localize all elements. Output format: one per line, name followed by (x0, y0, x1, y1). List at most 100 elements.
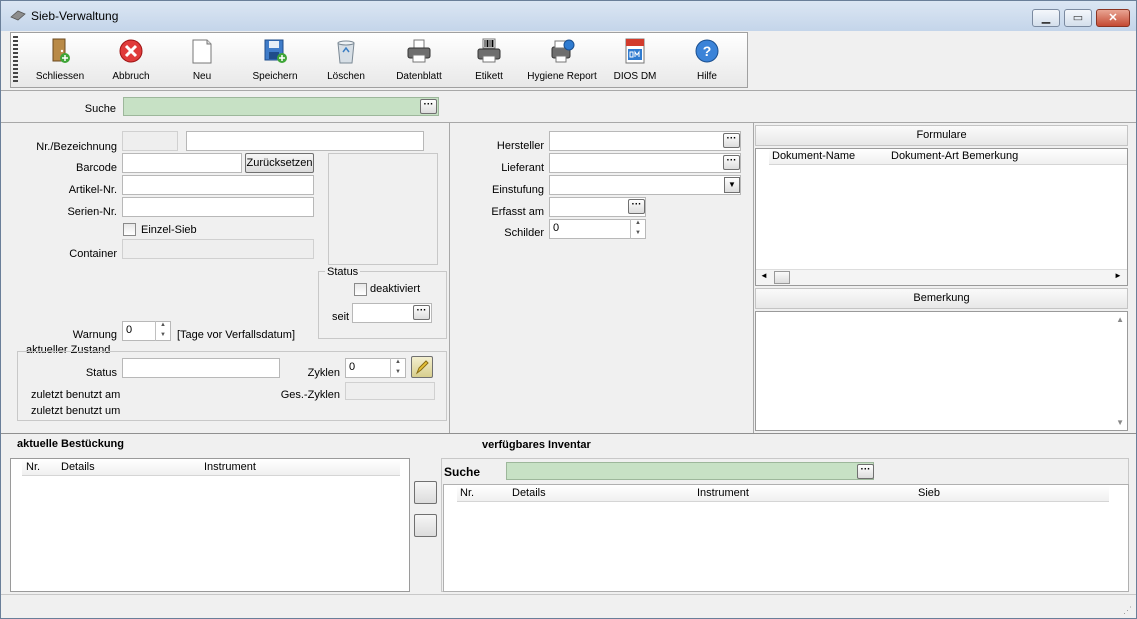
seit-label: seit (332, 311, 350, 323)
minimize-button[interactable]: ▁ (1032, 9, 1060, 27)
bestueckung-header: Nr. Details Instrument (22, 460, 400, 476)
scroll-up-icon[interactable]: ▲ (1116, 315, 1124, 324)
bestueckung-list[interactable]: Nr. Details Instrument (10, 458, 410, 592)
zuletzt-um-label: zuletzt benutzt um (31, 405, 121, 417)
title-bar: Sieb-Verwaltung ▁ ▭ ✕ (1, 1, 1136, 31)
column-header[interactable]: Nr. (460, 487, 474, 499)
maximize-button[interactable]: ▭ (1064, 9, 1092, 27)
inventar-header: Nr. Details Instrument Sieb (457, 486, 1109, 502)
stepper-up-icon[interactable]: ▲ (156, 321, 170, 330)
column-header[interactable]: Dokument-Art (891, 150, 959, 162)
container-label: Container (69, 248, 117, 260)
new-document-icon (192, 39, 212, 64)
neu-button[interactable]: Neu (176, 37, 228, 85)
column-header[interactable]: Details (512, 487, 546, 499)
bezeichnung-field[interactable] (186, 131, 424, 151)
column-header[interactable]: Details (61, 461, 95, 473)
ges-zyklen-label: Ges.-Zyklen (280, 389, 340, 401)
close-window-button[interactable]: ✕ (1096, 9, 1130, 27)
scroll-right-icon[interactable]: ► (1114, 271, 1122, 280)
etikett-button[interactable]: Etikett (463, 37, 515, 85)
window-title: Sieb-Verwaltung (31, 9, 119, 23)
toolbar-grip[interactable] (13, 36, 18, 84)
warnung-stepper[interactable]: ▲ ▼ (155, 321, 170, 341)
column-header[interactable]: Dokument-Name (772, 150, 855, 162)
lieferant-lookup-button[interactable]: ··· (723, 155, 740, 170)
stepper-up-icon[interactable]: ▲ (391, 358, 405, 367)
hygiene-report-button[interactable]: Hygiene Report (526, 37, 598, 85)
reset-button[interactable]: Zurücksetzen (245, 153, 314, 173)
stepper-up-icon[interactable]: ▲ (631, 219, 645, 228)
erfasst-label: Erfasst am (491, 206, 544, 218)
lieferant-label: Lieferant (501, 162, 544, 174)
status-bar: ⋰ (1, 594, 1136, 618)
stepper-down-icon[interactable]: ▼ (156, 331, 170, 340)
inventar-search-lookup-button[interactable]: ··· (857, 464, 874, 479)
help-icon: ? (695, 39, 719, 63)
stepper-down-icon[interactable]: ▼ (391, 368, 405, 377)
search-input[interactable] (123, 97, 439, 116)
zuletzt-am-label: zuletzt benutzt am (31, 389, 121, 401)
serien-field[interactable] (122, 197, 314, 217)
einstufung-select[interactable] (549, 175, 741, 195)
column-header[interactable]: Sieb (918, 487, 940, 499)
deaktiviert-checkbox[interactable] (354, 283, 367, 296)
inventar-panel: Suche ··· Nr. Details Instrument Sieb (441, 458, 1129, 592)
hersteller-lookup-button[interactable]: ··· (723, 133, 740, 148)
exit-door-icon (52, 38, 70, 63)
move-left-button[interactable] (414, 481, 437, 504)
einzel-sieb-checkbox[interactable] (123, 223, 136, 236)
status-field[interactable] (122, 358, 280, 378)
inventar-search-input[interactable] (506, 462, 874, 480)
maximize-icon: ▭ (1072, 12, 1084, 24)
separator (1, 433, 1136, 434)
hersteller-field[interactable] (549, 131, 741, 151)
column-header[interactable]: Nr. (26, 461, 40, 473)
separator (1, 90, 1136, 91)
speichern-button[interactable]: Speichern (247, 37, 303, 85)
loeschen-button[interactable]: Löschen (319, 37, 373, 85)
schilder-stepper[interactable]: ▲ ▼ (630, 219, 645, 239)
scroll-left-icon[interactable]: ◄ (760, 271, 768, 280)
scrollbar-thumb[interactable] (774, 271, 790, 284)
hilfe-button[interactable]: ? Hilfe (681, 37, 733, 85)
schliessen-button[interactable]: Schliessen (33, 37, 87, 85)
horizontal-scrollbar[interactable]: ◄ ► (756, 269, 1127, 285)
barcode-field[interactable] (122, 153, 242, 173)
einstufung-label: Einstufung (492, 184, 544, 196)
bemerkung-title: Bemerkung (755, 288, 1128, 309)
column-header[interactable]: Bemerkung (962, 150, 1018, 162)
status-group-title: Status (325, 266, 361, 278)
deaktiviert-label: deaktiviert (370, 283, 421, 295)
erfasst-date-picker-button[interactable]: ··· (628, 199, 645, 214)
stepper-down-icon[interactable]: ▼ (631, 229, 645, 238)
seit-date-picker-button[interactable]: ··· (413, 305, 430, 320)
lieferant-field[interactable] (549, 153, 741, 173)
column-header[interactable]: Instrument (204, 461, 256, 473)
separator (753, 123, 754, 433)
hygiene-report-icon (551, 39, 575, 63)
formulare-list[interactable]: Dokument-Name Dokument-Art Bemerkung ◄ ► (755, 148, 1128, 286)
datenblatt-label: Datenblatt (396, 71, 442, 82)
schliessen-label: Schliessen (35, 71, 85, 82)
warnung-hint: [Tage vor Verfallsdatum] (177, 329, 296, 341)
scroll-down-icon[interactable]: ▼ (1116, 418, 1124, 427)
artikel-field[interactable] (122, 175, 314, 195)
dios-dm-button[interactable]: DIOS DM (609, 37, 661, 85)
etikett-label: Etikett (475, 71, 503, 82)
edit-zyklen-button[interactable] (411, 356, 433, 378)
container-field (122, 239, 314, 259)
move-right-button[interactable] (414, 514, 437, 537)
inventar-list[interactable]: Nr. Details Instrument Sieb (443, 484, 1129, 592)
zyklen-stepper[interactable]: ▲ ▼ (390, 358, 405, 378)
separator (1, 122, 1136, 123)
column-header[interactable]: Instrument (697, 487, 749, 499)
abbruch-button[interactable]: Abbruch (105, 37, 157, 85)
search-lookup-button[interactable]: ··· (420, 99, 437, 114)
resize-grip-icon[interactable]: ⋰ (1123, 605, 1132, 616)
chevron-down-icon[interactable]: ▼ (724, 177, 740, 193)
formulare-title: Formulare (755, 125, 1128, 146)
datenblatt-button[interactable]: Datenblatt (389, 37, 449, 85)
bemerkung-textarea[interactable]: ▲ ▼ (755, 311, 1128, 431)
pencil-icon (415, 360, 429, 375)
